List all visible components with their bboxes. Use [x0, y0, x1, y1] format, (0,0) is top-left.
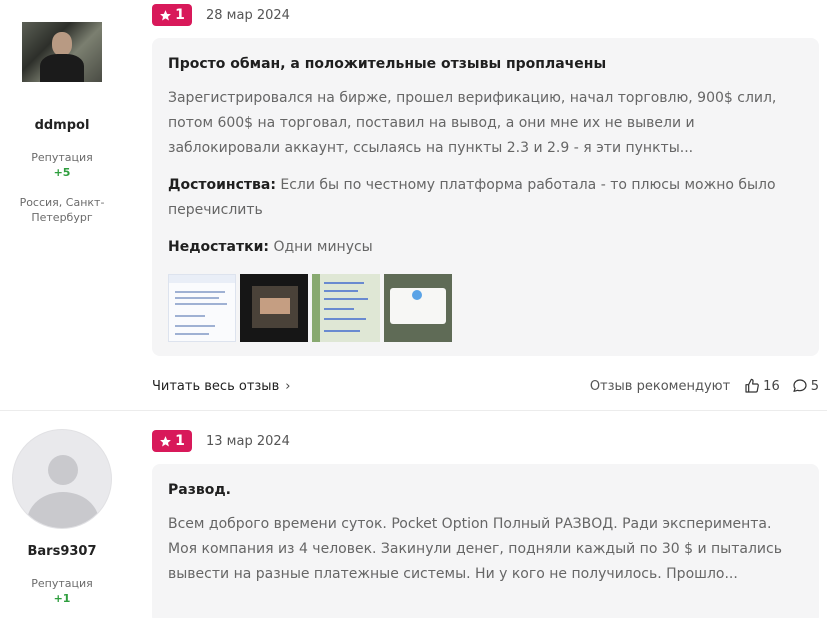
author-location: Россия, Санкт-Петербург [19, 196, 105, 224]
photo-thumbnail[interactable] [384, 274, 452, 342]
cons-text: Одни минусы [273, 239, 373, 255]
recommend-label: Отзыв рекомендуют [589, 378, 731, 394]
photo-thumbnail[interactable] [240, 274, 308, 342]
read-more-label: Читать весь отзыв [152, 378, 280, 394]
rating-value: 1 [175, 433, 185, 449]
pros-label: Достоинства: [168, 177, 276, 193]
avatar[interactable] [22, 22, 102, 82]
reputation-label: Репутация [31, 577, 93, 590]
review-card: Bars9307 Репутация +1 1 13 мар 2024 Разв… [0, 410, 827, 618]
like-button[interactable]: 16 [744, 378, 780, 394]
thumbs-up-icon [745, 378, 760, 393]
likes-count: 16 [763, 378, 780, 394]
comment-icon [793, 379, 807, 392]
review-card: ddmpol Репутация +5 Россия, Санкт-Петерб… [0, 0, 827, 410]
review-body[interactable]: Развод. Всем доброго времени суток. Pock… [152, 464, 819, 618]
review-text: Зарегистрировался на бирже, прошел вериф… [168, 90, 777, 156]
rating-badge: 1 [152, 430, 192, 452]
avatar[interactable] [12, 429, 112, 529]
review-meta: 1 28 мар 2024 [152, 4, 290, 26]
rating-value: 1 [175, 7, 185, 23]
review-pros: Достоинства: Если бы по честному платфор… [168, 173, 803, 223]
review-body[interactable]: Просто обман, а положительные отзывы про… [152, 38, 819, 356]
reputation-value: +5 [53, 166, 71, 179]
review-photos [168, 274, 803, 342]
review-title[interactable]: Развод. [168, 482, 803, 498]
cons-label: Недостатки: [168, 239, 270, 255]
review-date: 13 мар 2024 [206, 433, 290, 449]
review-author: ddmpol Репутация +5 Россия, Санкт-Петерб… [0, 0, 124, 225]
author-name[interactable]: ddmpol [0, 118, 124, 133]
photo-thumbnail[interactable] [312, 274, 380, 342]
review-title[interactable]: Просто обман, а положительные отзывы про… [168, 56, 803, 72]
read-full-review-link[interactable]: Читать весь отзыв › [152, 379, 290, 394]
chevron-right-icon: › [285, 378, 291, 394]
rating-badge: 1 [152, 4, 192, 26]
star-icon [160, 9, 172, 20]
star-icon [160, 435, 172, 446]
reputation-value: +1 [53, 592, 71, 605]
author-name[interactable]: Bars9307 [0, 544, 124, 559]
review-meta: 1 13 мар 2024 [152, 430, 290, 452]
comments-count: 5 [810, 378, 819, 394]
review-stats: Отзыв рекомендуют 16 5 [590, 378, 819, 394]
comments-button[interactable]: 5 [792, 378, 819, 394]
review-footer: Читать весь отзыв › Отзыв рекомендуют 16… [152, 378, 819, 394]
review-date: 28 мар 2024 [206, 7, 290, 23]
reputation-label: Репутация [31, 151, 93, 164]
review-cons: Недостатки: Одни минусы [168, 235, 803, 260]
review-text: Всем доброго времени суток. Pocket Optio… [168, 516, 782, 582]
photo-thumbnail[interactable] [168, 274, 236, 342]
review-author: Bars9307 Репутация +1 [0, 411, 124, 605]
